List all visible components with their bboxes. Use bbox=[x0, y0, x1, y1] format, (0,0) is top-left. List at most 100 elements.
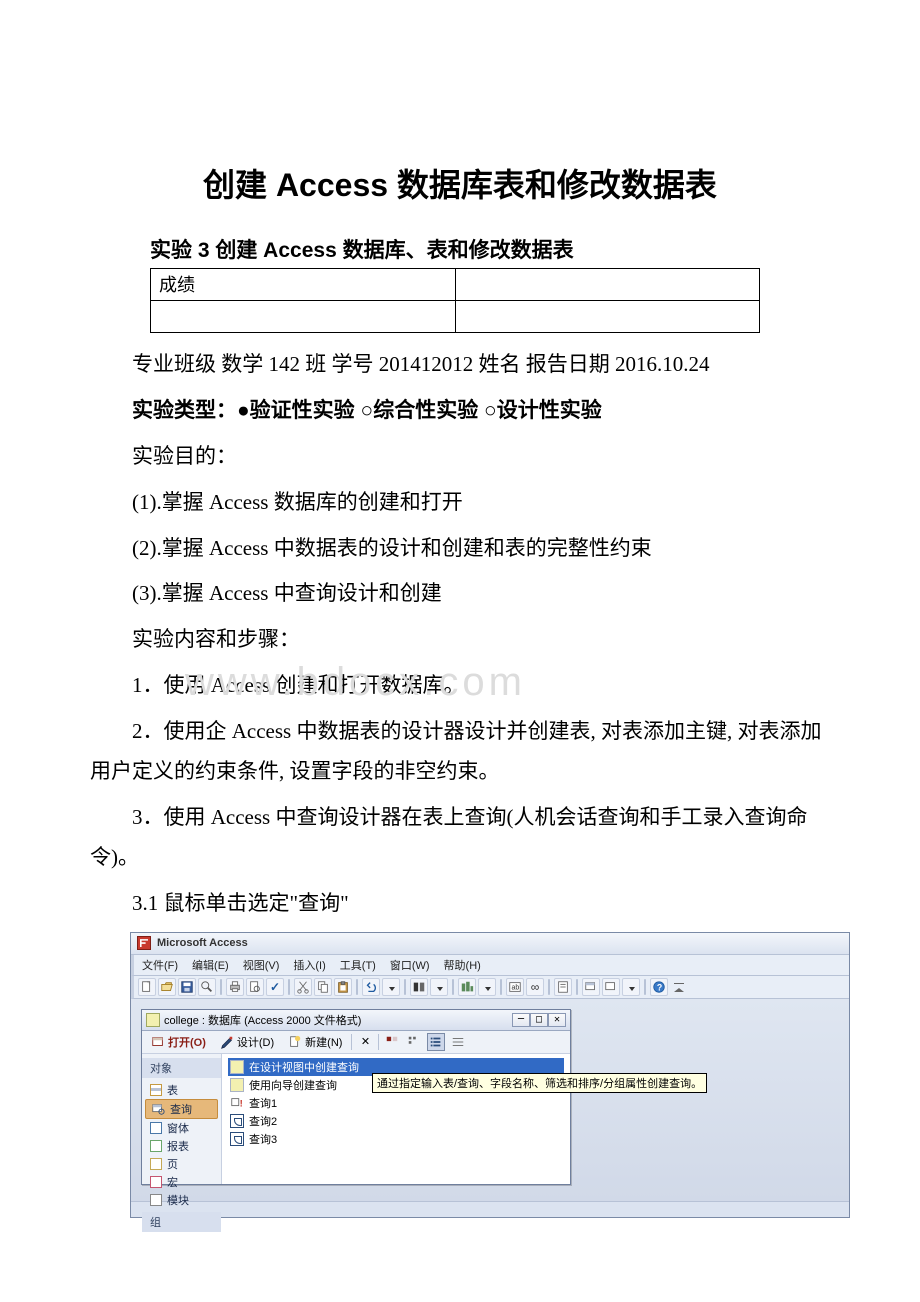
minimize-button[interactable]: ─ bbox=[512, 1013, 530, 1027]
database-title: college : 数据库 (Access 2000 文件格式) bbox=[164, 1012, 361, 1028]
experiment-type-line: 实验类型：●验证性实验 ○综合性实验 ○设计性实验 bbox=[90, 391, 830, 431]
toolbar-separator bbox=[576, 979, 578, 995]
print-preview-icon[interactable] bbox=[246, 978, 264, 996]
list-item-query1[interactable]: ! 查询1 bbox=[228, 1094, 564, 1112]
toolbar-separator bbox=[356, 979, 358, 995]
query-exclaim-icon: ! bbox=[230, 1096, 244, 1110]
save-icon[interactable] bbox=[178, 978, 196, 996]
sidebar-item-queries[interactable]: 查询 bbox=[145, 1099, 218, 1119]
step-2: 2．使用企 Access 中数据表的设计器设计并创建表, 对表添加主键, 对表添… bbox=[90, 712, 830, 792]
maximize-button[interactable]: □ bbox=[530, 1013, 548, 1027]
sidebar-item-macros[interactable]: 宏 bbox=[142, 1173, 221, 1191]
copy-icon[interactable] bbox=[314, 978, 332, 996]
grade-label-cell: 成绩 bbox=[151, 269, 456, 301]
menu-help[interactable]: 帮助(H) bbox=[438, 956, 487, 974]
undo-icon[interactable] bbox=[362, 978, 380, 996]
help-icon[interactable]: ? bbox=[650, 978, 668, 996]
sidebar-item-modules[interactable]: 模块 bbox=[142, 1191, 221, 1209]
purpose-item-3: (3).掌握 Access 中查询设计和创建 bbox=[90, 574, 830, 614]
grade-empty-cell-2 bbox=[455, 301, 760, 333]
watermark: www.bdocx.com bbox=[185, 660, 526, 705]
database-window: college : 数据库 (Access 2000 文件格式) ─ □ ✕ 打… bbox=[141, 1009, 571, 1185]
analyze-icon[interactable] bbox=[458, 978, 476, 996]
query-icon bbox=[151, 1102, 165, 1116]
menu-insert[interactable]: 插入(I) bbox=[287, 956, 331, 974]
office-links-dropdown-icon[interactable] bbox=[430, 978, 448, 996]
close-button[interactable]: ✕ bbox=[548, 1013, 566, 1027]
list-item-query3[interactable]: 查询3 bbox=[228, 1130, 564, 1148]
search-icon[interactable] bbox=[198, 978, 216, 996]
toolbar-separator bbox=[220, 979, 222, 995]
toolbar-options-icon[interactable] bbox=[670, 978, 688, 996]
spellcheck-icon[interactable]: ✓ bbox=[266, 978, 284, 996]
doc-title: 创建 Access 数据库表和修改数据表 bbox=[90, 160, 830, 206]
select-query-icon bbox=[230, 1132, 244, 1146]
wizard-icon bbox=[230, 1078, 244, 1092]
menubar: 文件(F) 编辑(E) 视图(V) 插入(I) 工具(T) 窗口(W) 帮助(H… bbox=[131, 955, 849, 976]
experiment-type-options: ●验证性实验 ○综合性实验 ○设计性实验 bbox=[237, 399, 602, 422]
menu-view[interactable]: 视图(V) bbox=[237, 956, 286, 974]
cut-icon[interactable] bbox=[294, 978, 312, 996]
print-icon[interactable] bbox=[226, 978, 244, 996]
view-small-icon[interactable] bbox=[405, 1033, 423, 1051]
toolbar-separator bbox=[500, 979, 502, 995]
toolbar-separator bbox=[404, 979, 406, 995]
select-query-icon bbox=[230, 1114, 244, 1128]
db-new-button[interactable]: 新建(N) bbox=[283, 1033, 347, 1051]
experiment-type-label: 实验类型： bbox=[132, 399, 237, 422]
database-icon bbox=[146, 1013, 160, 1027]
step-3: 3．使用 Access 中查询设计器在表上查询(人机会话查询和手工录入查询命令)… bbox=[90, 798, 830, 878]
menu-edit[interactable]: 编辑(E) bbox=[186, 956, 235, 974]
relationships-icon[interactable]: ∞ bbox=[526, 978, 544, 996]
step-3-1: 3.1 鼠标单击选定"查询" bbox=[90, 884, 830, 924]
db-design-button[interactable]: 设计(D) bbox=[215, 1033, 279, 1051]
paste-icon[interactable] bbox=[334, 978, 352, 996]
menu-file[interactable]: 文件(F) bbox=[136, 956, 184, 974]
db-open-button[interactable]: 打开(O) bbox=[146, 1033, 211, 1051]
database-toolbar: 打开(O) 设计(D) 新建(N) ✕ bbox=[142, 1031, 570, 1054]
purpose-item-2: (2).掌握 Access 中数据表的设计和创建和表的完整性约束 bbox=[90, 529, 830, 569]
sidebar-item-pages[interactable]: 页 bbox=[142, 1155, 221, 1173]
toolbar-separator bbox=[548, 979, 550, 995]
new-object-2-icon[interactable] bbox=[602, 978, 620, 996]
main-toolbar: ✓ bbox=[131, 976, 849, 999]
db-delete-icon[interactable]: ✕ bbox=[356, 1033, 374, 1051]
app-titlebar: Microsoft Access bbox=[131, 933, 849, 955]
sidebar-item-tables[interactable]: 表 bbox=[142, 1081, 221, 1099]
steps-label: 实验内容和步骤： bbox=[90, 620, 830, 660]
new-file-icon[interactable] bbox=[138, 978, 156, 996]
tooltip: 通过指定输入表/查询、字段名称、筛选和排序/分组属性创建查询。 bbox=[372, 1073, 707, 1093]
svg-text:?: ? bbox=[657, 982, 662, 992]
office-links-icon[interactable] bbox=[410, 978, 428, 996]
database-titlebar: college : 数据库 (Access 2000 文件格式) ─ □ ✕ bbox=[142, 1010, 570, 1031]
analyze-dropdown-icon[interactable] bbox=[478, 978, 496, 996]
report-icon bbox=[150, 1140, 162, 1152]
form-icon bbox=[150, 1122, 162, 1134]
purpose-item-1: (1).掌握 Access 数据库的创建和打开 bbox=[90, 483, 830, 523]
menu-window[interactable]: 窗口(W) bbox=[384, 956, 436, 974]
access-screenshot: Microsoft Access 文件(F) 编辑(E) 视图(V) 插入(I)… bbox=[130, 932, 850, 1218]
objects-list: 在设计视图中创建查询 使用向导创建查询 通过指定输入表/查询、字段名称、筛选和排… bbox=[222, 1054, 570, 1184]
wizard-icon bbox=[230, 1060, 244, 1074]
list-item-query2[interactable]: 查询2 bbox=[228, 1112, 564, 1130]
purpose-label: 实验目的： bbox=[90, 437, 830, 477]
view-large-icon[interactable] bbox=[383, 1033, 401, 1051]
sidebar-item-reports[interactable]: 报表 bbox=[142, 1137, 221, 1155]
view-list-icon[interactable] bbox=[427, 1033, 445, 1051]
open-icon[interactable] bbox=[158, 978, 176, 996]
new-object-dropdown-icon[interactable] bbox=[622, 978, 640, 996]
properties-icon[interactable] bbox=[554, 978, 572, 996]
new-object-icon[interactable] bbox=[582, 978, 600, 996]
sidebar-item-forms[interactable]: 窗体 bbox=[142, 1119, 221, 1137]
code-icon[interactable]: ab bbox=[506, 978, 524, 996]
undo-dropdown-icon[interactable] bbox=[382, 978, 400, 996]
menu-tools[interactable]: 工具(T) bbox=[334, 956, 382, 974]
svg-text:!: ! bbox=[240, 1098, 243, 1109]
groups-header: 组 bbox=[142, 1212, 221, 1232]
grade-value-cell bbox=[455, 269, 760, 301]
page-icon bbox=[150, 1158, 162, 1170]
objects-header: 对象 bbox=[142, 1058, 221, 1078]
view-details-icon[interactable] bbox=[449, 1033, 467, 1051]
svg-text:ab: ab bbox=[512, 984, 520, 991]
db-toolbar-separator bbox=[378, 1034, 379, 1050]
